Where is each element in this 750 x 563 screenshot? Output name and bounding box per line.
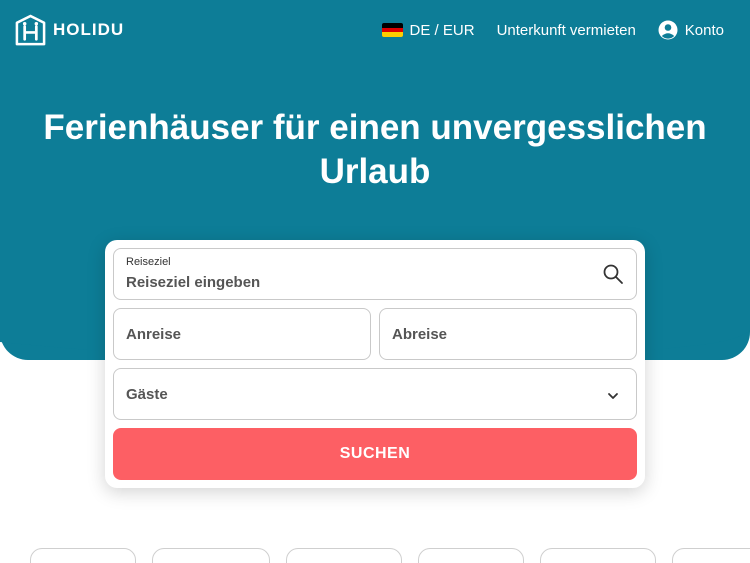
destination-label: Reiseziel (126, 256, 171, 268)
category-chip[interactable] (672, 548, 750, 563)
chevron-down-icon (608, 393, 618, 399)
checkin-placeholder: Anreise (126, 326, 182, 343)
search-button[interactable]: SUCHEN (113, 428, 637, 480)
guests-placeholder: Gäste (126, 386, 168, 403)
locale-label: DE / EUR (409, 21, 475, 39)
account-label: Konto (684, 21, 724, 39)
holidu-logo-icon (15, 14, 46, 45)
category-chip[interactable] (540, 548, 656, 563)
category-chips (30, 548, 750, 563)
checkin-field[interactable]: Anreise (113, 308, 371, 360)
guests-select[interactable]: Gäste (113, 368, 637, 420)
account-icon (658, 20, 678, 40)
category-chip[interactable] (418, 548, 524, 563)
search-form: Reiseziel Reiseziel eingeben Anreise Abr… (105, 240, 645, 488)
checkout-field[interactable]: Abreise (379, 308, 637, 360)
search-icon[interactable] (602, 263, 624, 285)
host-link-label: Unterkunft vermieten (496, 21, 636, 39)
page: HOLIDU DE / EUR Unterkunft vermieten Kon… (0, 0, 750, 563)
category-chip[interactable] (286, 548, 402, 563)
category-chip[interactable] (152, 548, 270, 563)
top-header: HOLIDU DE / EUR Unterkunft vermieten Kon… (0, 0, 750, 60)
logo[interactable]: HOLIDU (14, 14, 124, 47)
destination-placeholder: Reiseziel eingeben (126, 274, 261, 291)
host-link[interactable]: Unterkunft vermieten (497, 22, 636, 39)
checkout-placeholder: Abreise (392, 326, 448, 343)
hero-title: Ferienhäuser für einen unvergesslichen U… (43, 108, 707, 191)
germany-flag-icon (381, 23, 403, 37)
account-button[interactable]: Konto (658, 20, 724, 40)
logo-text: HOLIDU (53, 20, 125, 39)
destination-field[interactable]: Reiseziel Reiseziel eingeben (113, 248, 637, 300)
header-nav: DE / EUR Unterkunft vermieten Konto (381, 20, 724, 40)
category-chip[interactable] (30, 548, 136, 563)
locale-selector[interactable]: DE / EUR (381, 21, 475, 39)
